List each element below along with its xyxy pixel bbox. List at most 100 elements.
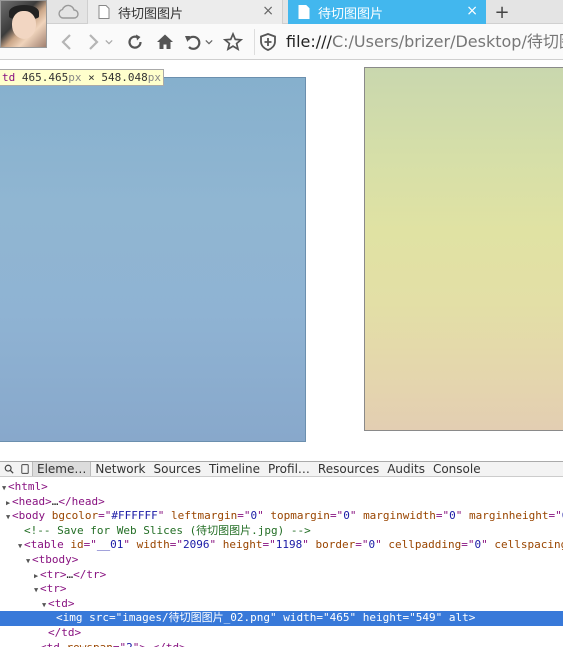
collapse-triangle-icon[interactable]: ▶ bbox=[34, 569, 38, 584]
dom-token: <body bbox=[12, 509, 52, 523]
tab-sources[interactable]: Sources bbox=[149, 462, 204, 476]
dom-token: =" bbox=[83, 538, 97, 552]
dom-node[interactable]: ▶<td rowspan="2">…</td> bbox=[0, 641, 563, 647]
dom-token: </tr> bbox=[73, 567, 107, 581]
dom-node[interactable]: ▼ <tbody> bbox=[0, 553, 563, 568]
bookmark-button[interactable] bbox=[220, 29, 246, 55]
dom-node-text: <td rowspan="2">…</td> bbox=[40, 641, 186, 647]
reload-button[interactable] bbox=[122, 29, 148, 55]
dom-token: =" bbox=[98, 509, 112, 523]
toolbar: file:///C:/Users/brizer/Desktop/待切图图 bbox=[0, 24, 563, 60]
device-icon[interactable] bbox=[18, 462, 32, 476]
back-button[interactable] bbox=[54, 29, 80, 55]
dom-node[interactable]: <!-- Save for Web Slices (待切图图片.jpg) --> bbox=[0, 524, 563, 539]
tab-network[interactable]: Network bbox=[91, 462, 149, 476]
dom-node[interactable]: ▼ <tr> bbox=[0, 582, 563, 597]
dom-token: " bbox=[349, 611, 363, 625]
dom-node-text: <tbody> bbox=[32, 553, 78, 568]
dom-node[interactable]: </td> bbox=[0, 626, 563, 641]
dom-token: cellspacing bbox=[494, 538, 563, 552]
tab-audits[interactable]: Audits bbox=[383, 462, 429, 476]
tooltip-width: 465.465 bbox=[21, 71, 69, 84]
new-tab-button[interactable]: + bbox=[492, 0, 512, 24]
dom-token: " bbox=[257, 509, 271, 523]
address-bar[interactable]: file:///C:/Users/brizer/Desktop/待切图图 bbox=[286, 31, 563, 53]
dom-token: <head> bbox=[12, 494, 52, 508]
tab-strip: 待切图图片 × 待切图图片 × + bbox=[0, 0, 563, 24]
tab-profiles[interactable]: Profil… bbox=[264, 462, 314, 476]
chevron-down-icon bbox=[205, 39, 213, 45]
dom-token: <!-- Save for Web Slices (待切图图片.jpg) --> bbox=[24, 523, 311, 537]
dom-node[interactable]: ▼ <body bgcolor="#FFFFFF" leftmargin="0" … bbox=[0, 509, 563, 524]
dom-node[interactable]: ▶ <tr>…</tr> bbox=[0, 568, 563, 583]
search-icon[interactable] bbox=[2, 462, 16, 476]
dom-token: " bbox=[269, 611, 284, 625]
tab-label: 待切图图片 bbox=[118, 6, 184, 22]
dom-token: <td> bbox=[48, 596, 75, 610]
dom-token: <html> bbox=[8, 480, 48, 493]
expand-triangle-icon[interactable]: ▼ bbox=[6, 510, 10, 525]
dom-node[interactable]: ▼ <table id="__01" width="2096" height="1… bbox=[0, 538, 563, 553]
image-slice[interactable] bbox=[364, 67, 563, 431]
tab-timeline[interactable]: Timeline bbox=[205, 462, 264, 476]
undo-icon bbox=[185, 35, 201, 50]
expand-triangle-icon[interactable]: ▼ bbox=[2, 481, 6, 496]
dom-token: rowspan bbox=[67, 641, 113, 647]
collapse-triangle-icon[interactable]: ▶ bbox=[6, 496, 10, 511]
dom-node-selected[interactable]: <img src="images/待切图图片_02.png" width="46… bbox=[0, 611, 563, 626]
dom-token: <tr> bbox=[40, 567, 67, 581]
tab-resources[interactable]: Resources bbox=[314, 462, 383, 476]
dom-node-text: <body bgcolor="#FFFFFF" leftmargin="0" t… bbox=[12, 509, 563, 524]
expand-triangle-icon[interactable]: ▼ bbox=[34, 583, 38, 598]
forward-arrow-icon bbox=[89, 34, 99, 50]
dom-token: <tbody> bbox=[32, 552, 79, 566]
dom-token: " bbox=[349, 509, 364, 523]
dom-token: =" bbox=[109, 611, 123, 625]
collapse-triangle-icon[interactable]: ▶ bbox=[34, 642, 38, 647]
image-slice-highlighted[interactable] bbox=[0, 77, 306, 442]
undo-dropdown-button[interactable] bbox=[202, 29, 216, 55]
expand-triangle-icon[interactable]: ▼ bbox=[26, 554, 30, 569]
dom-token: border bbox=[315, 538, 356, 552]
dom-node-text: <img src="images/待切图图片_02.png" width="46… bbox=[56, 611, 475, 626]
history-dropdown-button[interactable] bbox=[102, 29, 116, 55]
dom-node[interactable]: ▼ <html> bbox=[0, 480, 563, 495]
page-viewport: td 465.465px × 548.048px bbox=[0, 61, 563, 461]
dom-token: 2096 bbox=[182, 538, 210, 552]
dom-token: </td> bbox=[153, 641, 186, 647]
dom-token: #FFFFFF bbox=[111, 509, 158, 523]
dom-token: =" bbox=[262, 538, 276, 552]
dom-token: =" bbox=[169, 538, 183, 552]
expand-triangle-icon[interactable]: ▼ bbox=[42, 598, 46, 613]
dom-token: height bbox=[222, 538, 263, 552]
dom-node-text: <html> bbox=[8, 480, 48, 495]
user-avatar[interactable] bbox=[0, 0, 47, 48]
back-arrow-icon bbox=[61, 34, 71, 50]
tab-active[interactable]: 待切图图片 × bbox=[288, 0, 486, 24]
dom-token: <img bbox=[56, 611, 90, 625]
dom-token: <tr> bbox=[40, 582, 67, 596]
home-button[interactable] bbox=[152, 29, 178, 55]
inspect-dimensions-tooltip: td 465.465px × 548.048px bbox=[0, 69, 164, 86]
dom-node[interactable]: ▼ <td> bbox=[0, 597, 563, 612]
tooltip-unit: px bbox=[147, 71, 161, 84]
tab-console[interactable]: Console bbox=[429, 462, 485, 476]
tooltip-height: 548.048 bbox=[101, 71, 148, 84]
security-button[interactable] bbox=[254, 29, 280, 55]
dom-node[interactable]: ▶ <head>…</head> bbox=[0, 495, 563, 510]
dom-token: " bbox=[157, 509, 171, 523]
dom-token: " bbox=[209, 538, 223, 552]
dom-node-text: <tr>…</tr> bbox=[40, 568, 106, 583]
dom-token: =" bbox=[113, 641, 126, 647]
page-icon bbox=[98, 5, 110, 19]
dom-token: =" bbox=[461, 538, 475, 552]
dom-token: marginheight bbox=[469, 509, 549, 523]
cloud-icon[interactable] bbox=[57, 3, 79, 21]
tab-inactive[interactable]: 待切图图片 × bbox=[87, 0, 283, 24]
tab-close-icon[interactable]: × bbox=[466, 3, 478, 19]
expand-triangle-icon[interactable]: ▼ bbox=[18, 539, 22, 554]
tab-elements[interactable]: Eleme… bbox=[32, 462, 92, 476]
tab-close-icon[interactable]: × bbox=[262, 3, 274, 19]
dom-token: " bbox=[123, 538, 137, 552]
dom-token: "> bbox=[133, 641, 146, 647]
